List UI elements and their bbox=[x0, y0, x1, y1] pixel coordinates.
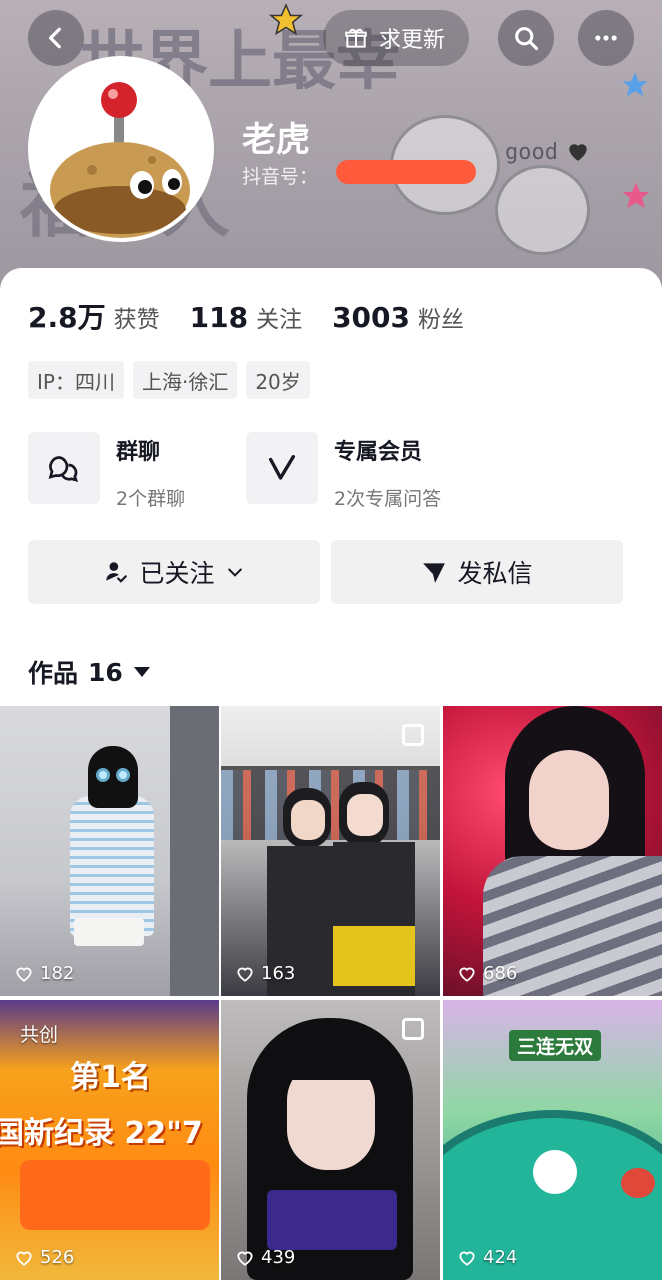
chat-bubbles-icon bbox=[28, 432, 100, 504]
video-thumbnail[interactable]: 共创 第1名 国新纪录 22"7 526 bbox=[0, 1000, 219, 1280]
video-thumbnail[interactable]: 三连无双 424 bbox=[443, 1000, 662, 1280]
video-thumbnail[interactable]: 439 bbox=[221, 1000, 440, 1280]
age-tag: 20岁 bbox=[246, 361, 310, 399]
following-button[interactable]: 已关注 bbox=[28, 540, 320, 604]
user-check-icon bbox=[106, 562, 128, 583]
request-update-label: 求更新 bbox=[379, 28, 446, 53]
works-grid: 182 163 686 共创 第1名 国新纪录 22"7 526 439 三连无… bbox=[0, 706, 662, 1280]
chevron-down-icon bbox=[227, 568, 242, 577]
search-icon bbox=[515, 27, 539, 51]
caret-down-icon bbox=[133, 667, 150, 677]
heart-outline-icon bbox=[237, 967, 253, 982]
chevron-left-icon bbox=[48, 27, 61, 49]
like-count: 182 bbox=[14, 963, 74, 984]
more-dots-icon bbox=[595, 35, 617, 41]
gift-icon bbox=[345, 28, 367, 48]
record-text: 国新纪录 22"7 bbox=[0, 1116, 203, 1151]
good-sticker-text: good bbox=[505, 140, 558, 165]
group-chat-title: 群聊 bbox=[116, 440, 161, 465]
followers-label: 粉丝 bbox=[418, 307, 464, 333]
star-icon bbox=[268, 3, 304, 36]
potato-mine-avatar-icon bbox=[50, 82, 190, 238]
like-count-value: 182 bbox=[40, 963, 75, 984]
search-button[interactable] bbox=[498, 10, 554, 66]
followers-count[interactable]: 3003 bbox=[332, 301, 410, 334]
stats-row: 2.8万 获赞 118 关注 3003 粉丝 bbox=[28, 296, 486, 336]
avatar[interactable] bbox=[28, 56, 214, 242]
like-count: 526 bbox=[14, 1247, 74, 1268]
like-count-value: 686 bbox=[483, 963, 518, 984]
video-thumbnail[interactable]: 163 bbox=[221, 706, 440, 996]
co-creation-badge: 共创 bbox=[20, 1024, 59, 1046]
profile-card: 2.8万 获赞 118 关注 3003 粉丝 IP：四川 上海·徐汇 20岁 群… bbox=[0, 268, 662, 708]
group-chat-entry[interactable]: 群聊 2个群聊 bbox=[28, 432, 185, 511]
username: 老虎 bbox=[242, 120, 310, 160]
group-chat-subtitle: 2个群聊 bbox=[116, 488, 186, 510]
like-count: 439 bbox=[235, 1247, 295, 1268]
heart-outline-icon bbox=[459, 967, 475, 982]
request-update-button[interactable]: 求更新 bbox=[323, 10, 470, 66]
heart-outline-icon bbox=[459, 1251, 475, 1266]
following-button-label: 已关注 bbox=[139, 559, 215, 588]
works-label: 作品 bbox=[28, 659, 79, 688]
heart-outline-icon bbox=[237, 1251, 253, 1266]
rank-text: 第1名 bbox=[70, 1060, 151, 1095]
like-count-value: 526 bbox=[40, 1247, 75, 1268]
heart-outline-icon bbox=[16, 1251, 32, 1266]
message-button-label: 发私信 bbox=[457, 559, 533, 588]
star-icon bbox=[622, 182, 650, 208]
triple-kill-text: 三连无双 bbox=[509, 1030, 602, 1061]
following-label: 关注 bbox=[256, 307, 303, 333]
membership-entry[interactable]: 专属会员 2次专属问答 bbox=[246, 432, 441, 511]
like-count-value: 439 bbox=[261, 1247, 296, 1268]
like-count: 424 bbox=[457, 1247, 517, 1268]
bear-sticker bbox=[495, 165, 590, 255]
likes-count[interactable]: 2.8万 bbox=[28, 296, 106, 336]
heart-outline-icon bbox=[16, 967, 32, 982]
following-count[interactable]: 118 bbox=[190, 301, 248, 334]
message-button[interactable]: 发私信 bbox=[331, 540, 623, 604]
works-count: 16 bbox=[88, 657, 123, 687]
works-tab[interactable]: 作品 16 bbox=[28, 654, 151, 690]
profile-tags: IP：四川 上海·徐汇 20岁 bbox=[28, 361, 310, 399]
ip-tag: IP：四川 bbox=[28, 361, 124, 399]
like-count: 163 bbox=[235, 963, 295, 984]
like-count-value: 424 bbox=[483, 1247, 518, 1268]
douyin-id-label: 抖音号： bbox=[242, 166, 319, 188]
more-button[interactable] bbox=[578, 10, 634, 66]
video-thumbnail[interactable]: 686 bbox=[443, 706, 662, 996]
heart-icon bbox=[569, 144, 587, 161]
send-icon bbox=[423, 563, 446, 583]
multi-image-icon bbox=[402, 724, 424, 746]
membership-subtitle: 2次专属问答 bbox=[334, 488, 442, 510]
membership-title: 专属会员 bbox=[334, 440, 423, 465]
redaction-mark bbox=[336, 160, 476, 184]
likes-label: 获赞 bbox=[113, 307, 160, 333]
location-tag: 上海·徐汇 bbox=[132, 361, 238, 399]
multi-image-icon bbox=[402, 1018, 424, 1040]
back-button[interactable] bbox=[28, 10, 84, 66]
star-icon bbox=[622, 72, 648, 97]
like-count-value: 163 bbox=[261, 963, 296, 984]
v-badge-icon bbox=[246, 432, 318, 504]
like-count: 686 bbox=[457, 963, 517, 984]
video-thumbnail[interactable]: 182 bbox=[0, 706, 219, 996]
